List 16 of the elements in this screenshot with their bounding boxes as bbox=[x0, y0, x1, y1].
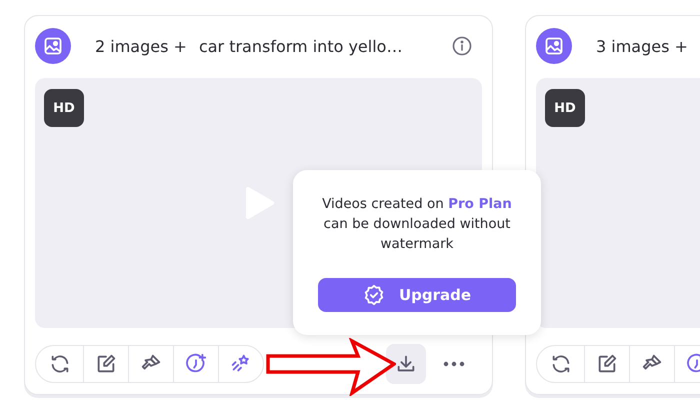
badge-check-icon bbox=[362, 284, 385, 306]
action-button[interactable] bbox=[386, 344, 426, 384]
hd-badge: HD bbox=[545, 89, 585, 127]
info-icon[interactable] bbox=[452, 36, 472, 56]
edit-icon bbox=[95, 353, 117, 375]
image-icon bbox=[35, 28, 71, 64]
image-count: 2 images + bbox=[95, 36, 187, 56]
hd-badge: HD bbox=[44, 89, 84, 127]
timer-plus-icon bbox=[185, 353, 207, 375]
popup-message: Videos created on Pro Plan can be downloaded without watermark bbox=[321, 195, 513, 254]
more-icon bbox=[443, 361, 465, 367]
prompt-title: car transform into yello… bbox=[198, 36, 402, 56]
image-icon bbox=[536, 28, 572, 64]
upgrade-button[interactable]: Upgrade bbox=[318, 278, 516, 312]
edit-icon bbox=[596, 353, 618, 375]
image-count: 3 images + bbox=[596, 36, 688, 56]
